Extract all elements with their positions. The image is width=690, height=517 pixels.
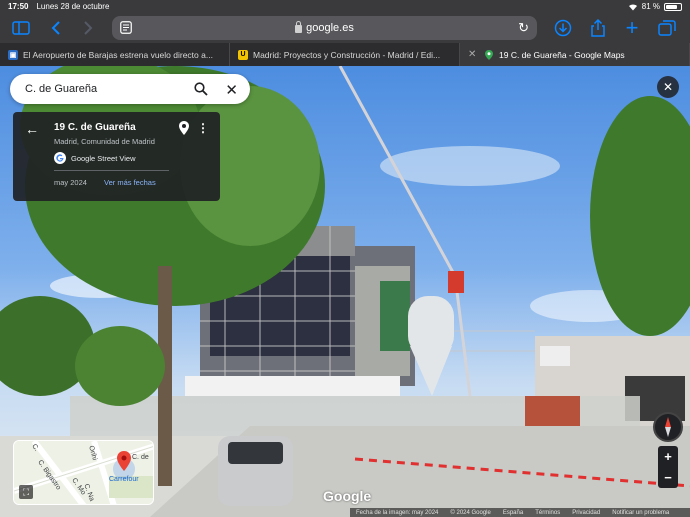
reader-icon[interactable] [120, 21, 132, 34]
fullscreen-icon[interactable]: ⛶ [19, 485, 33, 499]
attribution-bar: Fecha de la imagen: may 2024 © 2024 Goog… [350, 508, 690, 517]
tab-bar: ▣ El Aeropuerto de Barajas estrena vuelo… [0, 43, 690, 66]
terms-link[interactable]: Términos [535, 510, 560, 516]
globe-icon: ▣ [8, 49, 18, 60]
report-problem-link[interactable]: Notificar un problema [612, 510, 669, 516]
close-street-view-button[interactable]: ✕ [657, 76, 679, 98]
share-icon[interactable] [587, 18, 609, 38]
tab-label: 19 C. de Guareña - Google Maps [499, 49, 625, 60]
back-arrow-icon[interactable]: ← [25, 121, 39, 137]
location-pin-icon[interactable] [179, 121, 189, 135]
search-input[interactable]: C. de Guareña [25, 83, 97, 95]
sidebar-icon[interactable] [10, 18, 32, 38]
clear-search-icon[interactable]: ✕ [225, 81, 238, 99]
source-label: Google Street View [71, 153, 136, 163]
zoom-control: + − [658, 446, 678, 488]
search-box[interactable]: C. de Guareña ✕ [10, 74, 250, 104]
back-icon[interactable] [45, 18, 67, 38]
download-icon[interactable] [552, 18, 574, 38]
site-favicon: U [238, 49, 248, 60]
tabs-overview-icon[interactable] [656, 18, 678, 38]
search-icon[interactable] [194, 82, 208, 96]
place-title: 19 C. de Guareña [54, 122, 136, 133]
lock-icon [295, 21, 303, 33]
tab-skyscrapercity[interactable]: U Madrid: Proyectos y Construcción - Mad… [230, 43, 460, 66]
tab-aeropuerto[interactable]: ▣ El Aeropuerto de Barajas estrena vuelo… [0, 43, 230, 66]
new-tab-icon[interactable]: + [621, 15, 643, 40]
privacy-link[interactable]: Privacidad [572, 510, 600, 516]
street-view-panorama[interactable]: C. de Guareña ✕ ← 19 C. de Guareña Madri… [0, 66, 690, 517]
compass-icon[interactable] [653, 412, 683, 442]
place-subtitle: Madrid, Comunidad de Madrid [54, 137, 155, 146]
tab-label: Madrid: Proyectos y Construcción - Madri… [253, 49, 441, 60]
close-tab-icon[interactable]: ✕ [468, 49, 476, 60]
map-label: Carrefour [109, 476, 139, 483]
battery-icon [664, 2, 682, 11]
status-date: Lunes 28 de octubre [36, 2, 110, 11]
copyright: © 2024 Google [450, 509, 491, 516]
street-view-source: Google Street View [54, 152, 135, 164]
google-logo: Google [323, 488, 372, 504]
forward-icon[interactable] [77, 18, 99, 38]
browser-toolbar: google.es ↻ + [0, 13, 690, 43]
tab-google-maps[interactable]: ✕ 19 C. de Guareña - Google Maps [460, 43, 690, 66]
status-bar: 17:50 Lunes 28 de octubre 81 % [0, 0, 690, 13]
country-link[interactable]: España [503, 510, 523, 516]
google-g-icon [54, 152, 66, 164]
wifi-icon [628, 3, 637, 11]
capture-date: may 2024 [54, 178, 87, 187]
map-label: C. de [132, 454, 149, 461]
reload-icon[interactable]: ↻ [518, 20, 529, 36]
tab-label: El Aeropuerto de Barajas estrena vuelo d… [23, 49, 213, 60]
status-time: 17:50 [8, 2, 29, 11]
location-info-card: ← 19 C. de Guareña Madrid, Comunidad de … [13, 112, 220, 201]
minimap[interactable]: C. de Carrefour C. Bigastro Orihi C. Mo … [13, 440, 154, 505]
more-dates-link[interactable]: Ver más fechas [104, 178, 156, 187]
imagery-date: Fecha de la imagen: may 2024 [356, 509, 439, 516]
zoom-out-button[interactable]: − [664, 470, 672, 485]
more-options-icon[interactable]: ⋮ [197, 121, 209, 135]
url-text: google.es [306, 22, 354, 34]
zoom-in-button[interactable]: + [664, 449, 672, 464]
card-divider [54, 170, 169, 171]
address-bar[interactable]: google.es ↻ [112, 16, 537, 40]
battery-percent: 81 % [641, 2, 660, 11]
google-maps-icon [484, 49, 494, 60]
